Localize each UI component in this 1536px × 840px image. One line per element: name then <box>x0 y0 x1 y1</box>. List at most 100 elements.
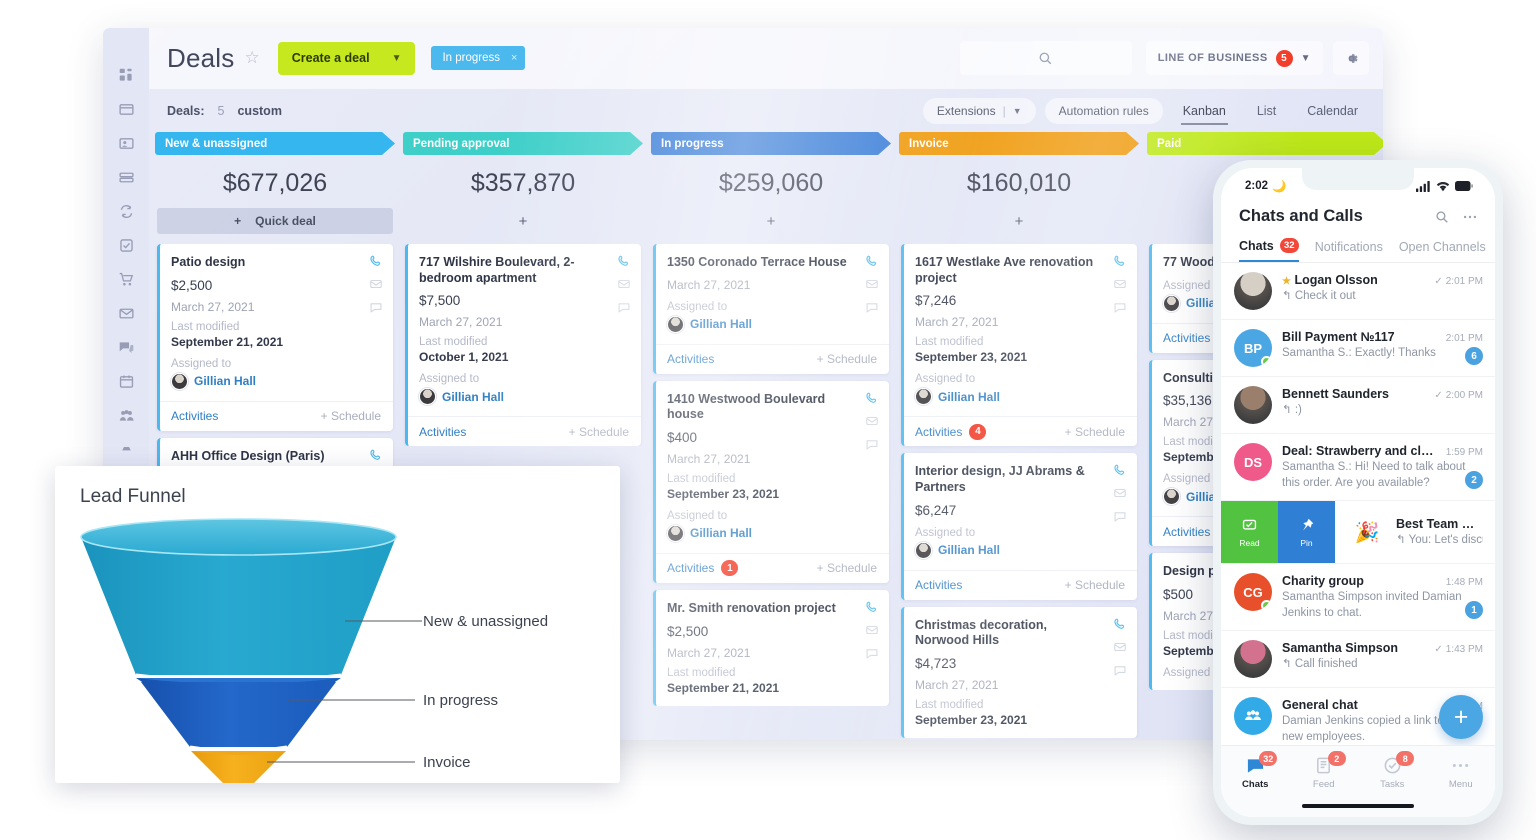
phone-tab-chats[interactable]: Chats 32 <box>1239 238 1299 262</box>
chat-icon[interactable] <box>1113 663 1127 677</box>
column-header[interactable]: Invoice <box>899 132 1139 155</box>
chat-icon[interactable] <box>617 300 631 314</box>
chat-icon[interactable] <box>1113 509 1127 523</box>
deal-card[interactable]: 1350 Coronado Terrace House March 27, 202… <box>653 244 889 374</box>
tabbar-item-tasks[interactable]: 8 Tasks <box>1358 751 1427 790</box>
phone-icon[interactable] <box>369 254 383 268</box>
mail-icon[interactable] <box>617 277 631 291</box>
extensions-button[interactable]: Extensions | ▼ <box>922 97 1036 124</box>
add-deal-button[interactable]: + <box>901 208 1137 234</box>
swipe-pin-action[interactable]: Pin <box>1278 501 1335 564</box>
schedule-link[interactable]: + Schedule <box>1065 578 1125 592</box>
chat-row[interactable]: Bennett Saunders ✓ 2:00 PM ↰ :) <box>1221 377 1495 434</box>
deal-card[interactable]: Mr. Smith renovation project $2,500 March … <box>653 589 889 706</box>
more-icon[interactable] <box>1463 210 1477 224</box>
contacts-icon[interactable] <box>103 126 149 160</box>
chat-row[interactable]: ★ Logan Olsson ✓ 2:01 PM ↰ Check it out <box>1221 263 1495 320</box>
activities-link[interactable]: Activities 4 <box>915 423 987 440</box>
mail-icon[interactable] <box>1113 277 1127 291</box>
chat-icon[interactable] <box>369 300 383 314</box>
phone-icon[interactable] <box>1113 254 1127 268</box>
add-deal-button[interactable]: + Quick deal <box>157 208 393 234</box>
mail-icon[interactable] <box>1113 486 1127 500</box>
tasks-icon[interactable] <box>103 228 149 262</box>
chat-icon[interactable] <box>103 330 149 364</box>
phone-tab-open-channels[interactable]: Open Channels <box>1399 240 1486 261</box>
schedule-link[interactable]: + Schedule <box>569 425 629 439</box>
search-input[interactable] <box>959 41 1132 75</box>
tab-kanban[interactable]: Kanban <box>1172 98 1237 125</box>
folder-icon[interactable] <box>103 92 149 126</box>
chat-row[interactable]: CG Charity group 1:48 PM Samantha Simpson i… <box>1221 564 1495 632</box>
group-icon[interactable] <box>103 398 149 432</box>
schedule-link[interactable]: + Schedule <box>817 352 877 366</box>
column-header[interactable]: New & unassigned <box>155 132 395 155</box>
assignee-name[interactable]: Gillian Hall <box>442 390 504 404</box>
activities-link[interactable]: Activities <box>1163 525 1210 539</box>
inbox-icon[interactable] <box>103 160 149 194</box>
activities-link[interactable]: Activities <box>419 425 466 439</box>
chat-row[interactable]: Samantha Simpson ✓ 1:43 PM ↰ Call finished <box>1221 631 1495 689</box>
assignee-name[interactable]: Gillian Hall <box>938 543 1000 557</box>
dashboard-icon[interactable] <box>103 58 149 92</box>
chat-icon[interactable] <box>865 300 879 314</box>
schedule-link[interactable]: + Schedule <box>321 409 381 423</box>
assignee-name[interactable]: Gillian Hall <box>938 390 1000 404</box>
new-chat-fab[interactable]: + <box>1439 695 1483 739</box>
deal-card[interactable]: Christmas decoration, Norwood Hills $4,72… <box>901 606 1137 738</box>
deal-card[interactable]: 1410 Westwood Boulevard house $400 March 2… <box>653 380 889 583</box>
phone-icon[interactable] <box>1113 463 1127 477</box>
sync-icon[interactable] <box>103 194 149 228</box>
tabbar-item-menu[interactable]: Menu <box>1427 756 1496 790</box>
close-icon[interactable]: × <box>511 52 517 64</box>
mail-icon[interactable] <box>865 414 879 428</box>
line-of-business-selector[interactable]: LINE OF BUSINESS 5 ▼ <box>1145 41 1323 75</box>
activities-link[interactable]: Activities <box>1163 331 1210 345</box>
deal-card[interactable]: 1617 Westlake Ave renovation project $7,2… <box>901 244 1137 447</box>
search-icon[interactable] <box>1435 210 1449 224</box>
assignee-name[interactable]: Gillian Hall <box>194 374 256 388</box>
filter-chip-in-progress[interactable]: In progress × <box>431 46 526 70</box>
tabbar-item-chats[interactable]: 32 Chats <box>1221 751 1290 790</box>
mail-icon[interactable] <box>865 277 879 291</box>
cart-icon[interactable] <box>103 262 149 296</box>
phone-icon[interactable] <box>865 391 879 405</box>
phone-icon[interactable] <box>865 600 879 614</box>
activities-link[interactable]: Activities <box>915 578 962 592</box>
chat-row[interactable]: BP Bill Payment №117 2:01 PM Samantha S.: E… <box>1221 320 1495 377</box>
activities-link[interactable]: Activities 1 <box>667 560 739 577</box>
chat-icon[interactable] <box>865 646 879 660</box>
chat-row-swiped[interactable]: Read Pin 🎉 Best Team Chat ↰ You: Let's discu… <box>1221 501 1495 565</box>
phone-icon[interactable] <box>369 448 383 462</box>
calendar-icon[interactable] <box>103 364 149 398</box>
activities-link[interactable]: Activities <box>667 352 714 366</box>
deal-card[interactable]: 717 Wilshire Boulevard, 2-bedroom apartm… <box>405 244 641 447</box>
schedule-link[interactable]: + Schedule <box>1065 425 1125 439</box>
star-icon[interactable]: ☆ <box>244 48 259 68</box>
add-deal-button[interactable]: + <box>405 208 641 234</box>
tabbar-item-feed[interactable]: 2 Feed <box>1290 751 1359 790</box>
deal-card[interactable]: Interior design, JJ Abrams & Partners $6,… <box>901 453 1137 600</box>
mail-icon[interactable] <box>1113 640 1127 654</box>
column-header[interactable]: Pending approval <box>403 132 643 155</box>
column-header[interactable]: In progress <box>651 132 891 155</box>
phone-icon[interactable] <box>617 254 631 268</box>
chat-icon[interactable] <box>865 437 879 451</box>
column-header[interactable]: Paid <box>1147 132 1383 155</box>
phone-icon[interactable] <box>865 254 879 268</box>
swipe-read-action[interactable]: Read <box>1221 501 1278 564</box>
scale-icon[interactable] <box>103 432 149 466</box>
automation-rules-button[interactable]: Automation rules <box>1044 97 1163 124</box>
activities-link[interactable]: Activities <box>171 409 218 423</box>
chat-icon[interactable] <box>1113 300 1127 314</box>
phone-tab-notifications[interactable]: Notifications <box>1315 240 1383 261</box>
assignee-name[interactable]: Gillian Hall <box>690 317 752 331</box>
swipe-chat-preview[interactable]: 🎉 Best Team Chat ↰ You: Let's discuss it t… <box>1335 501 1495 563</box>
settings-button[interactable] <box>1333 41 1369 75</box>
phone-icon[interactable] <box>1113 617 1127 631</box>
tab-list[interactable]: List <box>1246 98 1287 124</box>
add-deal-button[interactable]: + <box>653 208 889 234</box>
tab-calendar[interactable]: Calendar <box>1296 98 1369 124</box>
assignee-name[interactable]: Gillian Hall <box>690 526 752 540</box>
mail-icon[interactable] <box>369 277 383 291</box>
